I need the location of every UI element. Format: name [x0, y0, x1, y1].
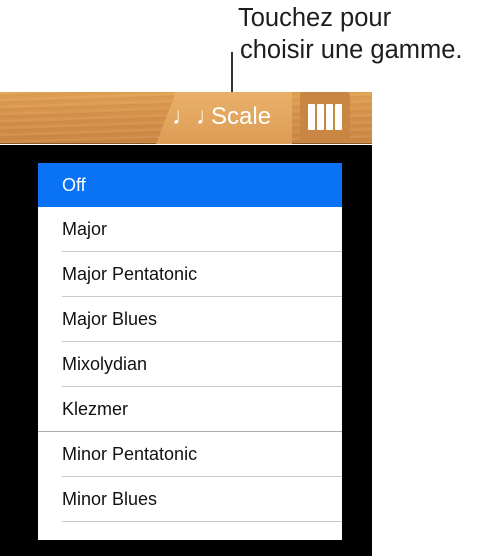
- scale-option-klezmer[interactable]: Klezmer: [38, 387, 342, 432]
- callout-line-1: Touchez pour: [238, 4, 392, 32]
- keyboard-keys-icon: [317, 104, 324, 130]
- callout-annotation: Touchez pour choisir une gamme.: [238, 2, 489, 66]
- keyboard-keys-icon: [335, 104, 342, 130]
- control-bar: ♩♩ Scale: [0, 92, 372, 144]
- keyboard-view-button[interactable]: [300, 92, 350, 142]
- callout-line-2: choisir une gamme.: [240, 36, 463, 64]
- scale-option-minor-blues[interactable]: Minor Blues: [38, 477, 342, 522]
- scale-option-minor-pentatonic[interactable]: Minor Pentatonic: [38, 432, 342, 477]
- scale-option-major-blues[interactable]: Major Blues: [38, 297, 342, 342]
- keyboard-keys-icon: [326, 104, 333, 130]
- scale-option-major-pentatonic[interactable]: Major Pentatonic: [38, 252, 342, 297]
- scale-option-partially-visible[interactable]: [38, 522, 342, 540]
- scale-button-label: Scale: [211, 103, 272, 130]
- scale-option-mixolydian[interactable]: Mixolydian: [38, 342, 342, 387]
- keyboard-keys-icon: [308, 104, 315, 130]
- scale-menu[interactable]: Off Major Major Pentatonic Major Blues M…: [38, 163, 342, 540]
- callout-leader-line: [231, 52, 233, 93]
- scale-option-off[interactable]: Off: [38, 163, 342, 207]
- scale-option-major[interactable]: Major: [38, 207, 342, 252]
